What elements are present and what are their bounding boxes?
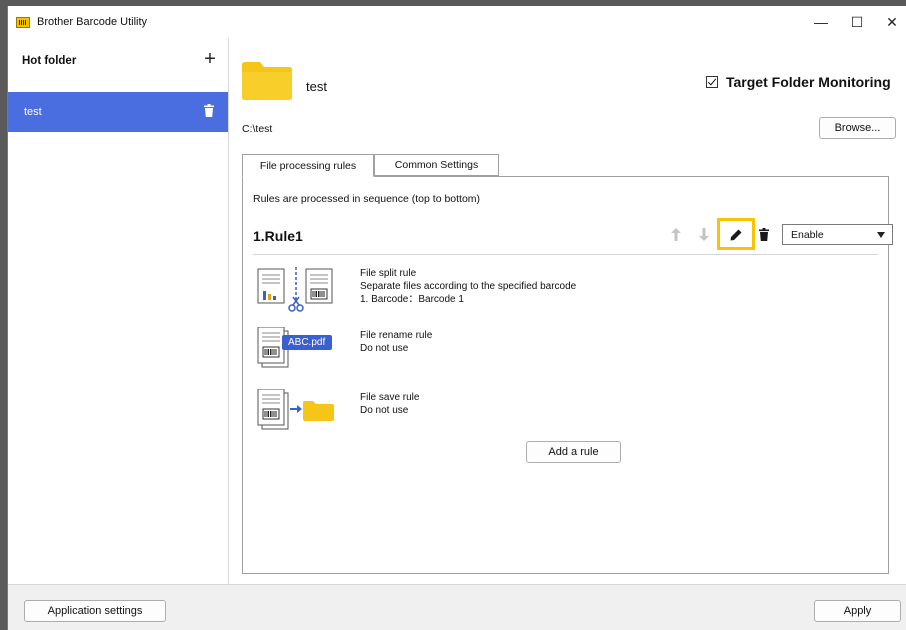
- arrow-up-icon[interactable]: [671, 228, 681, 241]
- rules-order-note: Rules are processed in sequence (top to …: [253, 193, 481, 205]
- sidebar-item-label: test: [24, 106, 42, 118]
- split-rule-text: File split rule Separate files according…: [360, 267, 576, 306]
- maximize-button[interactable]: ☐: [839, 6, 875, 38]
- barcode-app-icon: [16, 16, 30, 28]
- apply-button[interactable]: Apply: [814, 600, 901, 622]
- split-rule-description: Separate files according to the specifie…: [360, 281, 577, 292]
- file-save-rule: File save rule Do not use: [257, 389, 857, 435]
- chevron-down-icon: [877, 232, 885, 238]
- monitoring-label: Target Folder Monitoring: [726, 74, 891, 90]
- app-window: Brother Barcode Utility — ☐ ✕ Hot folder…: [7, 6, 906, 630]
- monitoring-checkbox[interactable]: [706, 76, 718, 88]
- application-settings-button[interactable]: Application settings: [24, 600, 166, 622]
- save-rule-description: Do not use: [360, 405, 409, 416]
- window-title: Brother Barcode Utility: [37, 16, 148, 28]
- folder-path: C:\test: [242, 123, 273, 135]
- minimize-button[interactable]: —: [803, 6, 839, 38]
- add-hot-folder-button[interactable]: +: [200, 48, 220, 70]
- rename-rule-description: Do not use: [360, 343, 409, 354]
- trash-icon[interactable]: [204, 104, 214, 117]
- browse-button[interactable]: Browse...: [819, 117, 896, 139]
- file-save-icon: [257, 389, 334, 430]
- hot-folder-sidebar: Hot folder + test: [8, 38, 229, 584]
- pencil-icon[interactable]: [730, 229, 742, 241]
- footer-bar: Application settings Apply: [8, 584, 906, 630]
- main-content: test Target Folder Monitoring C:\test Br…: [230, 38, 906, 584]
- rule-title: 1.Rule1: [253, 228, 303, 244]
- title-bar: Brother Barcode Utility — ☐ ✕: [8, 6, 906, 38]
- close-button[interactable]: ✕: [874, 6, 906, 38]
- folder-name: test: [306, 79, 327, 94]
- rule-divider: [253, 254, 878, 255]
- rename-badge: ABC.pdf: [288, 337, 326, 348]
- sidebar-item-test[interactable]: test: [8, 92, 228, 132]
- folder-icon: [242, 62, 292, 100]
- add-rule-button[interactable]: Add a rule: [526, 441, 621, 463]
- target-folder-monitoring-toggle[interactable]: Target Folder Monitoring: [706, 74, 891, 90]
- file-rename-icon: [257, 327, 332, 368]
- rules-panel: Rules are processed in sequence (top to …: [242, 176, 893, 574]
- tab-file-processing-rules[interactable]: File processing rules: [242, 154, 374, 177]
- save-rule-text: File save rule Do not use: [360, 391, 419, 417]
- hot-folder-heading: Hot folder: [22, 55, 77, 67]
- rule-status-select[interactable]: Enable: [782, 224, 893, 245]
- split-rule-detail: 1. Barcode：Barcode 1: [360, 294, 464, 305]
- trash-icon[interactable]: [759, 228, 769, 241]
- save-rule-title: File save rule: [360, 392, 420, 403]
- rule-status-value: Enable: [791, 229, 824, 241]
- tab-common-settings[interactable]: Common Settings: [374, 154, 499, 176]
- file-split-rule: File split rule Separate files according…: [257, 267, 857, 317]
- file-split-icon: [257, 267, 333, 312]
- file-rename-rule: ABC.pdf File rename rule Do not use: [257, 327, 857, 373]
- rename-rule-text: File rename rule Do not use: [360, 329, 432, 355]
- split-rule-title: File split rule: [360, 268, 417, 279]
- arrow-down-icon[interactable]: [699, 228, 709, 241]
- rename-rule-title: File rename rule: [360, 330, 433, 341]
